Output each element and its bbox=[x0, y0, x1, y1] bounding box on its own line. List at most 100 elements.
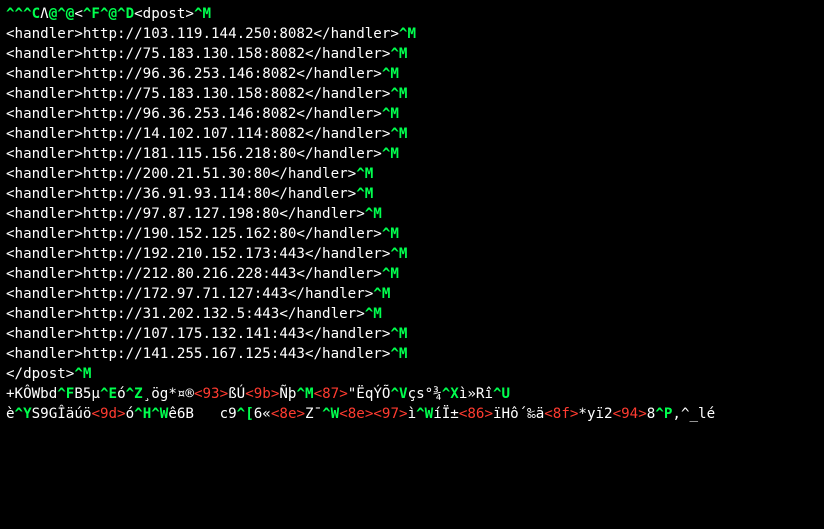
terminal-segment: S9GÎäúö bbox=[32, 406, 92, 422]
terminal-segment: <handler>http://36.91.93.114:80</handler… bbox=[6, 186, 356, 202]
terminal-line: <handler>http://96.36.253.146:8082</hand… bbox=[6, 104, 818, 124]
terminal-line: <handler>http://75.183.130.158:8082</han… bbox=[6, 84, 818, 104]
terminal-segment: ßÚ bbox=[228, 386, 245, 402]
terminal-segment: <handler>http://192.210.152.173:443</han… bbox=[6, 246, 390, 262]
terminal-segment: ^U bbox=[493, 386, 510, 402]
terminal-segment: ^M bbox=[74, 366, 91, 382]
terminal-segment: <handler>http://200.21.51.30:80</handler… bbox=[6, 166, 356, 182]
terminal-segment: <dpost> bbox=[134, 6, 194, 22]
terminal-segment: ^M bbox=[390, 326, 407, 342]
terminal-segment: <87> bbox=[314, 386, 348, 402]
terminal-line: <handler>http://200.21.51.30:80</handler… bbox=[6, 164, 818, 184]
terminal-segment: ^M bbox=[356, 166, 373, 182]
terminal-segment: ,^_lé bbox=[672, 406, 715, 422]
terminal-line: <handler>http://141.255.167.125:443</han… bbox=[6, 344, 818, 364]
terminal-segment: íÏ± bbox=[433, 406, 459, 422]
terminal-segment: ^X bbox=[442, 386, 459, 402]
terminal-segment: ó bbox=[126, 406, 135, 422]
terminal-segment: ê6B c9 bbox=[168, 406, 236, 422]
terminal-segment: ^P bbox=[655, 406, 672, 422]
terminal-segment: 6« bbox=[254, 406, 271, 422]
terminal-segment: ^M bbox=[399, 26, 416, 42]
terminal-line: <handler>http://97.87.127.198:80</handle… bbox=[6, 204, 818, 224]
terminal-segment: ^M bbox=[382, 266, 399, 282]
terminal-segment: <97> bbox=[373, 406, 407, 422]
terminal-line: <handler>http://31.202.132.5:443</handle… bbox=[6, 304, 818, 324]
terminal-output: ^^^CɅ@^@<^F^@^D<dpost>^M<handler>http://… bbox=[0, 0, 824, 428]
terminal-segment: <handler>http://75.183.130.158:8082</han… bbox=[6, 86, 390, 102]
terminal-segment: <93> bbox=[194, 386, 228, 402]
terminal-segment: @^@ bbox=[49, 6, 75, 22]
terminal-segment: <94> bbox=[613, 406, 647, 422]
terminal-segment: ^M bbox=[382, 146, 399, 162]
terminal-segment: <8f> bbox=[544, 406, 578, 422]
terminal-segment: ì bbox=[408, 406, 417, 422]
terminal-segment: < bbox=[74, 6, 83, 22]
terminal-segment: <handler>http://181.115.156.218:80</hand… bbox=[6, 146, 382, 162]
terminal-line: <handler>http://181.115.156.218:80</hand… bbox=[6, 144, 818, 164]
terminal-segment: Ñþ bbox=[279, 386, 296, 402]
terminal-segment: +KÔWbd bbox=[6, 386, 57, 402]
terminal-segment: ^Y bbox=[15, 406, 32, 422]
terminal-segment: <9d> bbox=[91, 406, 125, 422]
terminal-segment: çs°¾ bbox=[408, 386, 442, 402]
terminal-line: <handler>http://36.91.93.114:80</handler… bbox=[6, 184, 818, 204]
terminal-segment: <handler>http://75.183.130.158:8082</han… bbox=[6, 46, 390, 62]
terminal-segment: <handler>http://103.119.144.250:8082</ha… bbox=[6, 26, 399, 42]
terminal-segment: <handler>http://141.255.167.125:443</han… bbox=[6, 346, 390, 362]
terminal-segment: <8e> bbox=[271, 406, 305, 422]
terminal-segment: ^W bbox=[416, 406, 433, 422]
terminal-segment: ^E bbox=[100, 386, 117, 402]
terminal-segment: Z¯ bbox=[305, 406, 322, 422]
terminal-segment: ^[ bbox=[237, 406, 254, 422]
terminal-segment: ^M bbox=[382, 106, 399, 122]
terminal-line: <handler>http://192.210.152.173:443</han… bbox=[6, 244, 818, 264]
terminal-segment: "ËqÝÕ bbox=[348, 386, 391, 402]
terminal-segment: <handler>http://31.202.132.5:443</handle… bbox=[6, 306, 365, 322]
terminal-segment: Ʌ bbox=[40, 6, 49, 22]
terminal-segment: ó bbox=[117, 386, 126, 402]
terminal-segment: <86> bbox=[459, 406, 493, 422]
terminal-segment: <handler>http://97.87.127.198:80</handle… bbox=[6, 206, 365, 222]
terminal-segment: ïHô´‰ä bbox=[493, 406, 544, 422]
terminal-segment: <handler>http://190.152.125.162:80</hand… bbox=[6, 226, 382, 242]
terminal-line: <handler>http://96.36.253.146:8082</hand… bbox=[6, 64, 818, 84]
terminal-line: <handler>http://212.80.216.228:443</hand… bbox=[6, 264, 818, 284]
terminal-segment: ^M bbox=[356, 186, 373, 202]
terminal-line: +KÔWbd^FB5µ^Eó^Z¸ög*¤®<93>ßÚ<9b>Ñþ^M<87>… bbox=[6, 384, 818, 404]
terminal-segment: ^M bbox=[365, 206, 382, 222]
terminal-segment: ^M bbox=[390, 346, 407, 362]
terminal-line: <handler>http://190.152.125.162:80</hand… bbox=[6, 224, 818, 244]
terminal-segment: ^M bbox=[390, 126, 407, 142]
terminal-segment: ^F bbox=[57, 386, 74, 402]
terminal-segment: *yï2 bbox=[578, 406, 612, 422]
terminal-segment: ^M bbox=[390, 46, 407, 62]
terminal-segment: <8e> bbox=[339, 406, 373, 422]
terminal-line: <handler>http://103.119.144.250:8082</ha… bbox=[6, 24, 818, 44]
terminal-segment: <handler>http://107.175.132.141:443</han… bbox=[6, 326, 390, 342]
terminal-segment: <handler>http://96.36.253.146:8082</hand… bbox=[6, 106, 382, 122]
terminal-line: <handler>http://75.183.130.158:8082</han… bbox=[6, 44, 818, 64]
terminal-segment: ^^^C bbox=[6, 6, 40, 22]
terminal-segment: ^M bbox=[194, 6, 211, 22]
terminal-segment: ^M bbox=[382, 226, 399, 242]
terminal-segment: <handler>http://212.80.216.228:443</hand… bbox=[6, 266, 382, 282]
terminal-segment: ^M bbox=[390, 86, 407, 102]
terminal-segment: ^M bbox=[296, 386, 313, 402]
terminal-segment: ^M bbox=[390, 246, 407, 262]
terminal-segment: B5µ bbox=[74, 386, 100, 402]
terminal-segment: <handler>http://172.97.71.127:443</handl… bbox=[6, 286, 373, 302]
terminal-segment: ^M bbox=[373, 286, 390, 302]
terminal-segment: ¸ög*¤® bbox=[143, 386, 194, 402]
terminal-segment: ^M bbox=[382, 66, 399, 82]
terminal-segment: ^W bbox=[322, 406, 339, 422]
terminal-segment: ^H^W bbox=[134, 406, 168, 422]
terminal-line: <handler>http://14.102.107.114:8082</han… bbox=[6, 124, 818, 144]
terminal-segment: <handler>http://14.102.107.114:8082</han… bbox=[6, 126, 390, 142]
terminal-line: <handler>http://107.175.132.141:443</han… bbox=[6, 324, 818, 344]
terminal-line: ^^^CɅ@^@<^F^@^D<dpost>^M bbox=[6, 4, 818, 24]
terminal-segment: </dpost> bbox=[6, 366, 74, 382]
terminal-line: è^YS9GÎäúö<9d>ó^H^Wê6B c9^[6«<8e>Z¯^W<8e… bbox=[6, 404, 818, 424]
terminal-line: <handler>http://172.97.71.127:443</handl… bbox=[6, 284, 818, 304]
terminal-segment: ^F^@^D bbox=[83, 6, 134, 22]
